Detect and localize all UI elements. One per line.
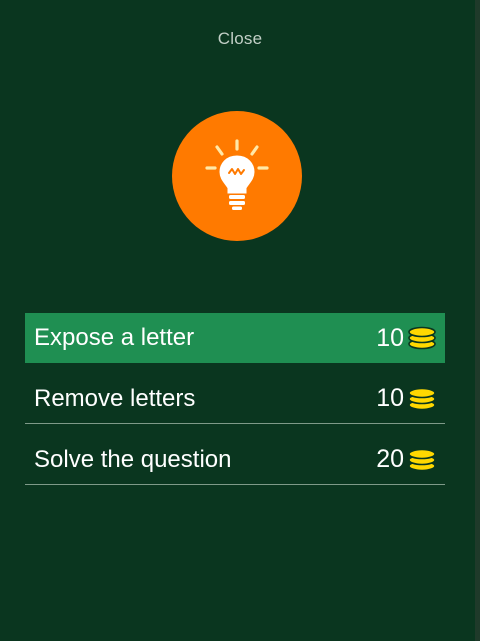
hint-row-solve-question[interactable]: Solve the question 20: [25, 435, 445, 485]
coin-stack-icon: [408, 326, 436, 350]
hint-label: Solve the question: [34, 445, 232, 473]
lightbulb-badge: [172, 111, 302, 241]
hint-cost: 20: [376, 445, 437, 474]
coin-stack-icon: [408, 448, 436, 471]
hint-cost-value: 20: [376, 445, 404, 473]
hint-row-expose-letter[interactable]: Expose a letter 10: [25, 313, 445, 363]
hint-row-remove-letters[interactable]: Remove letters 10: [25, 374, 445, 424]
hint-cost-value: 10: [376, 323, 404, 352]
hint-cost: 10: [376, 324, 437, 353]
lightbulb-icon: [205, 139, 269, 210]
window-edge: [475, 0, 480, 641]
close-button[interactable]: Close: [0, 22, 480, 56]
hint-cost: 10: [376, 384, 437, 413]
hint-cost-value: 10: [376, 384, 404, 412]
hint-label: Remove letters: [34, 384, 196, 412]
coin-stack-icon: [408, 387, 436, 410]
hint-list: Expose a letter 10 Remove letters 10 Sol…: [25, 313, 445, 496]
hint-label: Expose a letter: [34, 324, 195, 351]
